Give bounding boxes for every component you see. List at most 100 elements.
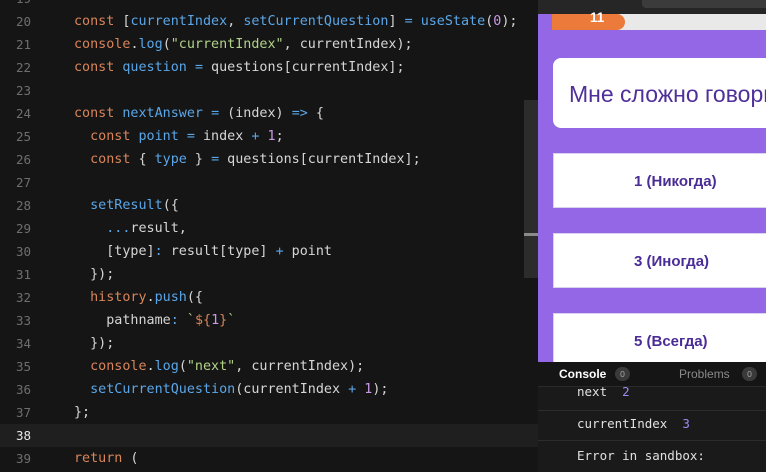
code-editor[interactable]: 19 20 const [currentIndex, setCurrentQuest…	[0, 0, 538, 472]
code-token: `	[227, 313, 236, 328]
code-token: }	[219, 313, 228, 328]
code-token: , currentIndex);	[283, 37, 413, 52]
code-token: );	[372, 382, 389, 397]
code-token: point	[138, 129, 179, 144]
console-panel[interactable]: Console 0 Problems 0 next 2 currentIndex…	[538, 362, 766, 472]
code-token: ...	[106, 221, 131, 236]
code-token: type	[154, 152, 187, 167]
code-line[interactable]: 29 ...result,	[0, 217, 538, 240]
line-number: 30	[15, 244, 31, 259]
code-token: .	[130, 37, 139, 52]
console-log-entry: next 2	[577, 382, 630, 402]
code-text: pathname: `${1}`	[74, 309, 235, 332]
code-token: nextAnswer	[122, 106, 203, 121]
code-token: setCurrentQuestion	[243, 14, 389, 29]
code-line[interactable]: 20 const [currentIndex, setCurrentQuestio…	[0, 10, 538, 33]
code-line[interactable]: 27	[0, 171, 538, 194]
line-number: 26	[15, 152, 31, 167]
code-token: (	[122, 451, 139, 466]
code-text: const [currentIndex, setCurrentQuestion]…	[74, 10, 517, 33]
code-line-active[interactable]: 38	[0, 424, 538, 447]
code-token: (currentIndex	[235, 382, 349, 397]
app-preview[interactable]: 11 Мне сложно говорить 1 (Никогда) 3 (Ин…	[538, 0, 766, 362]
code-token: console	[90, 359, 147, 374]
line-number: 21	[15, 37, 31, 52]
code-line[interactable]: 25 const point = index + 1;	[0, 125, 538, 148]
code-line[interactable]: 37};	[0, 401, 538, 424]
editor-scrollbar[interactable]	[524, 100, 538, 278]
answer-button-always[interactable]: 5 (Всегда)	[553, 313, 766, 362]
code-line[interactable]: 21 console.log("currentIndex", currentInd…	[0, 33, 538, 56]
answer-button-never[interactable]: 1 (Никогда)	[553, 153, 766, 208]
log-key: Error in sandbox:	[577, 448, 705, 463]
code-text: const nextAnswer = (index) => {	[74, 102, 324, 125]
code-token: =	[186, 129, 195, 144]
code-line[interactable]: 30 [type]: result[type] + point	[0, 240, 538, 263]
code-line[interactable]: 28 setResult({	[0, 194, 538, 217]
line-number: 22	[15, 60, 31, 75]
code-token: "currentIndex"	[170, 37, 284, 52]
code-token: ${	[194, 313, 212, 328]
code-line[interactable]: 39 return (	[0, 447, 538, 470]
code-token: history	[90, 290, 147, 305]
code-line[interactable]: 35 console.log("next", currentIndex);	[0, 355, 538, 378]
question-text: Мне сложно говорить	[569, 81, 766, 107]
line-number: 20	[15, 14, 31, 29]
code-token: return	[74, 451, 123, 466]
code-line[interactable]: 32 history.push({	[0, 286, 538, 309]
code-token: ,	[227, 14, 244, 29]
code-token: };	[74, 405, 91, 420]
answer-button-sometimes[interactable]: 3 (Иногда)	[553, 233, 766, 288]
problems-count-badge: 0	[742, 367, 757, 381]
code-token: console	[74, 37, 131, 52]
line-number: 36	[15, 382, 31, 397]
code-token: useState	[420, 14, 486, 29]
code-token: setResult	[90, 198, 163, 213]
line-number: 25	[15, 129, 31, 144]
code-line[interactable]: 31 });	[0, 263, 538, 286]
scrollbar-cursor-marker	[524, 233, 538, 236]
question-card: Мне сложно говорить	[553, 58, 766, 128]
code-token: result[type]	[162, 244, 276, 259]
code-token: =	[404, 14, 413, 29]
code-line[interactable]: 24 const nextAnswer = (index) => {	[0, 102, 538, 125]
code-token: );	[501, 14, 518, 29]
code-token: });	[74, 267, 115, 282]
code-line[interactable]: 19	[0, 0, 538, 10]
code-line[interactable]: 23	[0, 79, 538, 102]
code-token: log	[154, 359, 179, 374]
line-number: 32	[15, 290, 31, 305]
progress-count: 11	[590, 10, 605, 25]
code-token: ;	[275, 129, 284, 144]
code-text: const question = questions[currentIndex]…	[74, 56, 405, 79]
code-token: const	[90, 129, 131, 144]
tab-problems[interactable]: Problems	[679, 362, 730, 386]
code-line[interactable]: 22 const question = questions[currentInde…	[0, 56, 538, 79]
code-line[interactable]: 26 const { type } = questions[currentInd…	[0, 148, 538, 171]
code-token: result,	[130, 221, 187, 236]
log-divider	[538, 440, 766, 441]
log-key: currentIndex	[577, 416, 668, 431]
line-number: 35	[15, 359, 31, 374]
line-number: 23	[15, 83, 31, 98]
code-token: .	[146, 359, 155, 374]
code-line[interactable]: 36 setCurrentQuestion(currentIndex + 1);	[0, 378, 538, 401]
code-token: (	[162, 37, 171, 52]
code-line[interactable]: 34 });	[0, 332, 538, 355]
log-value: 2	[622, 384, 630, 399]
code-token: =	[211, 152, 220, 167]
line-number: 28	[15, 198, 31, 213]
code-token: (index)	[219, 106, 292, 121]
preview-address-bar[interactable]	[642, 0, 766, 8]
code-line[interactable]: 33 pathname: `${1}`	[0, 309, 538, 332]
code-text: console.log("currentIndex", currentIndex…	[74, 33, 413, 56]
code-token: [type]	[74, 244, 155, 259]
console-count-badge: 0	[615, 367, 630, 381]
code-token: 1	[267, 129, 276, 144]
